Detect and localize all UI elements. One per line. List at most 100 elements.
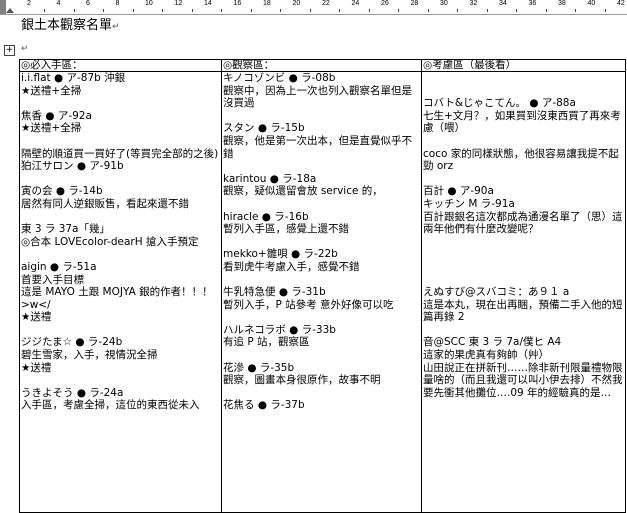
table-cell-line: 東 3 ラ 37a「幾」 bbox=[21, 223, 110, 236]
ruler-number: 38 bbox=[558, 0, 566, 7]
table-cell-line: ジジたま☆ ● ラ-24b bbox=[21, 336, 123, 349]
paragraph-mark: ↵ bbox=[112, 22, 120, 32]
table-cell-line bbox=[21, 374, 220, 387]
column-header-must-buy[interactable]: ◎必入手區： bbox=[19, 59, 222, 72]
ruler-number: 2 bbox=[27, 0, 31, 7]
table-cell-line: 有追 P 站，觀察區 bbox=[223, 336, 310, 349]
table-cell-line: 牛乳特急便 ● ラ-31b bbox=[223, 286, 326, 299]
ruler-tick bbox=[132, 9, 134, 12]
table-cell-line: ★送禮 bbox=[21, 361, 52, 374]
title-text: 銀土本觀察名單 bbox=[21, 18, 113, 33]
table-cell-line: 觀察，他是第一次出本，但是直覺似乎不錯 bbox=[223, 134, 412, 160]
table-cell-line bbox=[423, 73, 624, 85]
ruler-tick bbox=[162, 9, 163, 12]
table-cell-line: うきよそう ● ラ-24a bbox=[21, 386, 124, 399]
table-cell-line: 看到虎牛考慮入手，感覺不錯 bbox=[223, 260, 360, 273]
table-cell-line: 百計跟銀名這次都成為通漫名單了（思）這兩年他們有什麼改變呢？ bbox=[423, 210, 623, 236]
table-cell-line bbox=[423, 135, 624, 148]
table-cell-line: 觀察，疑似還留會放 service 的， bbox=[223, 185, 383, 198]
table-cell-line bbox=[223, 311, 420, 324]
table-body-row: i.i.flat ● ア-87b 沖銀 ★送禮+全掃 焦香 ● ア-92a ★送禮+… bbox=[19, 71, 626, 513]
table-cell-line: coco 家的同樣狀態，他很容易讓我提不起勁 orz bbox=[423, 147, 619, 173]
table-cell-line: 觀察，圖畫本身很原作，故事不明 bbox=[223, 374, 381, 387]
table-cell-line bbox=[423, 85, 624, 98]
table-cell-line: aigin ● ラ-51a bbox=[21, 260, 97, 273]
ruler-number: 36 bbox=[528, 0, 537, 7]
table-cell-line bbox=[423, 248, 624, 261]
ruler-tick bbox=[398, 9, 399, 12]
table-cell-line: 暫列入手，P 站參考 意外好像可以吃 bbox=[223, 298, 394, 311]
ruler-tick bbox=[516, 9, 517, 12]
ruler-number: 6 bbox=[86, 0, 90, 7]
table-cell-line: 這家的果虎真有夠帥（艸） bbox=[423, 349, 549, 362]
table-cell-line: スタン ● ラ-15b bbox=[223, 122, 305, 135]
indent-marker[interactable] bbox=[6, 8, 14, 13]
ruler-tick bbox=[73, 9, 75, 12]
column-header-consider[interactable]: ◎考慮區（最後看） bbox=[421, 59, 626, 72]
table-cell-line bbox=[223, 110, 420, 123]
table-cell-line bbox=[423, 324, 624, 337]
ruler-number: 4 bbox=[56, 0, 61, 7]
table-cell-line bbox=[423, 261, 624, 274]
horizontal-ruler[interactable]: 2 4 6 8 10 12 14 16 18 20 22 24 26 28 30 32 34 36 38 40 42 bbox=[0, 0, 627, 15]
table-cell-line: 首要入手目標 bbox=[21, 273, 84, 286]
table-cell-line bbox=[423, 173, 624, 186]
table-cell-line: えぬすび@スバコミ：あ９１ a bbox=[423, 286, 570, 299]
table-cell-line: 山田說正在拼新刊……除非新刊限量禮物限量啥的（而且我還可以叫小伊去排）不然我要先… bbox=[423, 361, 623, 399]
ruler-number: 24 bbox=[351, 0, 360, 7]
table-cell-line: 百計 ● ア-90a bbox=[423, 185, 494, 198]
table-cell-line: 碧生雪家，入手，視情況全掃 bbox=[21, 349, 158, 362]
table-cell-line: 狛江サロン ● ア-91b bbox=[21, 160, 124, 173]
ruler-tick bbox=[250, 9, 252, 12]
ruler-number: 8 bbox=[115, 0, 120, 7]
table-header-row: ◎必入手區： ◎觀察區： ◎考慮區（最後看） bbox=[19, 59, 626, 72]
table-cell-line: 觀察中，因為上一次也列入觀察名單但是沒買過 bbox=[223, 84, 412, 110]
table-cell-line: 入手區，考慮全掃，這位的東西從未入 bbox=[21, 399, 200, 412]
table-move-handle[interactable]: + bbox=[4, 45, 15, 56]
table-cell-line: 音@SCC 東 3 ラ 7a/僕ヒ A4 bbox=[423, 336, 562, 349]
ruler-number: 40 bbox=[587, 0, 596, 7]
ruler-tick bbox=[191, 9, 193, 12]
table-cell-line bbox=[223, 198, 420, 211]
table-cell-line: ハルネコラボ ● ラ-33b bbox=[223, 323, 336, 336]
table-cell-line: コバト&じゃこてん。 ● ア-88a bbox=[423, 97, 576, 110]
watchlist-table: ◎必入手區： ◎觀察區： ◎考慮區（最後看） i.i.flat ● ア-87b … bbox=[19, 59, 626, 513]
table-cell-line bbox=[223, 387, 420, 400]
ruler-tick bbox=[103, 9, 104, 12]
ruler-tick bbox=[486, 9, 488, 12]
ruler-tick bbox=[427, 9, 429, 12]
table-cell-line bbox=[223, 349, 420, 362]
table-cell-line: karintou ● ラ-18a bbox=[223, 172, 317, 185]
column-cell-observe[interactable]: キノコゾンビ ● ラ-08b 觀察中，因為上一次也列入觀察名單但是沒買過 スタン … bbox=[221, 71, 422, 513]
table-cell-line: hiracle ● ラ-16b bbox=[223, 210, 309, 223]
ruler-number: 34 bbox=[499, 0, 507, 7]
table-cell-line: 花焦る ● ラ-37b bbox=[223, 399, 305, 412]
ruler-tick bbox=[280, 9, 281, 12]
table-cell-line: 這是 MAYO 土跟 MOJYA 銀的作者！！！>w</ bbox=[21, 286, 213, 311]
paragraph-mark: ↵ bbox=[21, 44, 29, 54]
column-cell-consider[interactable]: コバト&じゃこてん。 ● ア-88a 七生+文月？，如果買到沒東西買了再來考慮（喂… bbox=[421, 71, 626, 513]
ruler-tick bbox=[339, 9, 340, 12]
table-cell-line bbox=[423, 236, 624, 249]
table-cell-line bbox=[21, 211, 220, 224]
table-cell-line bbox=[21, 135, 220, 148]
table-cell-line: 這是本丸，現在出再睏，預備二手入他的短篇再錄 2 bbox=[423, 298, 623, 324]
ruler-tick bbox=[309, 9, 311, 12]
ruler-number: 28 bbox=[410, 0, 419, 7]
table-cell-line: 焦香 ● ア-92a bbox=[21, 109, 92, 122]
table-cell-line bbox=[21, 97, 220, 110]
ruler-tick bbox=[221, 9, 222, 12]
table-cell-line: 隔壁的順道買一買好了(等買完全部的之後) bbox=[21, 147, 219, 160]
ruler-tick bbox=[368, 9, 370, 12]
table-cell-line: 花滲 ● ラ-35b bbox=[223, 361, 295, 374]
ruler-tick bbox=[457, 9, 458, 12]
ruler-number: 18 bbox=[263, 0, 271, 7]
column-cell-must-buy[interactable]: i.i.flat ● ア-87b 沖銀 ★送禮+全掃 焦香 ● ア-92a ★送禮+… bbox=[19, 71, 222, 513]
column-header-observe[interactable]: ◎觀察區： bbox=[221, 59, 422, 72]
document-title[interactable]: 銀土本觀察名單↵ bbox=[21, 18, 120, 35]
table-cell-line bbox=[223, 236, 420, 249]
ruler-number: 12 bbox=[174, 0, 183, 7]
table-cell-line: ★送禮+全掃 bbox=[21, 84, 82, 97]
ruler-number: 42 bbox=[617, 0, 625, 7]
table-cell-line: 寅の会 ● ラ-14b bbox=[21, 185, 103, 198]
